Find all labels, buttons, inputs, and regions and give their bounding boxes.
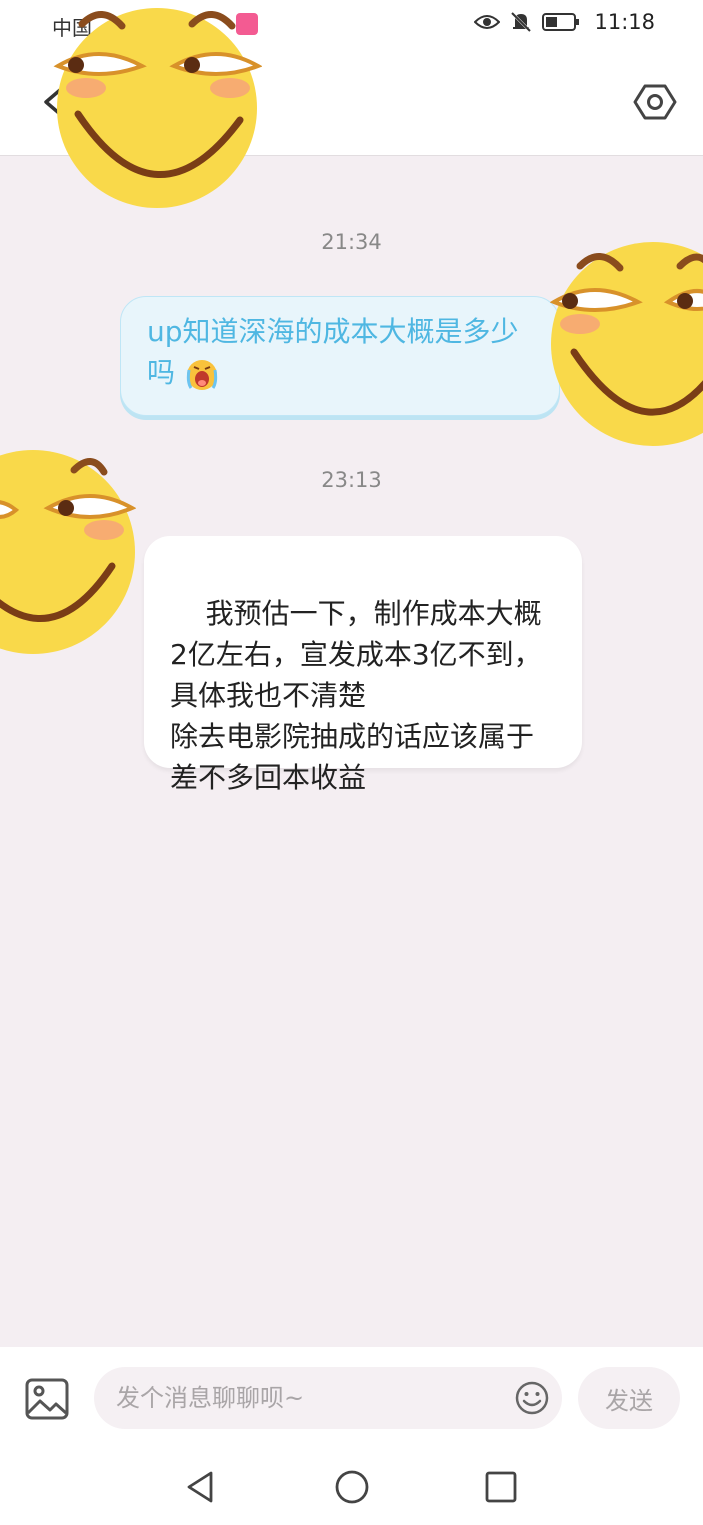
crying-face-emoji-icon [186, 360, 218, 390]
status-icons: 11:18 [474, 10, 655, 34]
settings-hexagon-icon[interactable] [633, 80, 677, 124]
image-picker-icon[interactable] [24, 1377, 70, 1421]
message-input-container [94, 1367, 562, 1429]
send-button[interactable]: 发送 [578, 1367, 680, 1429]
nav-recents-square-icon[interactable] [483, 1469, 519, 1505]
message-input[interactable] [116, 1367, 496, 1429]
eye-icon [474, 15, 501, 29]
outgoing-message-bubble[interactable]: up知道深海的成本大概是多少吗 [120, 296, 560, 416]
mute-bell-icon [511, 11, 532, 33]
input-bar: 发送 [0, 1347, 703, 1451]
nav-back-triangle-icon[interactable] [183, 1469, 219, 1505]
incoming-message-bubble[interactable]: 我预估一下，制作成本大概2亿左右，宣发成本3亿不到，具体我也不清楚 除去电影院抽… [144, 536, 582, 794]
emoji-smile-icon[interactable] [514, 1380, 550, 1416]
message-text: 我预估一下，制作成本大概2亿左右，宣发成本3亿不到，具体我也不清楚 除去电影院抽… [170, 597, 542, 794]
smirk-face-sticker [550, 242, 703, 446]
smirk-face-sticker [0, 450, 136, 654]
clock: 11:18 [594, 10, 655, 34]
navigation-bar [0, 1451, 703, 1525]
smirk-face-sticker [53, 8, 262, 208]
nav-home-circle-icon[interactable] [334, 1469, 370, 1505]
battery-icon [542, 13, 580, 31]
